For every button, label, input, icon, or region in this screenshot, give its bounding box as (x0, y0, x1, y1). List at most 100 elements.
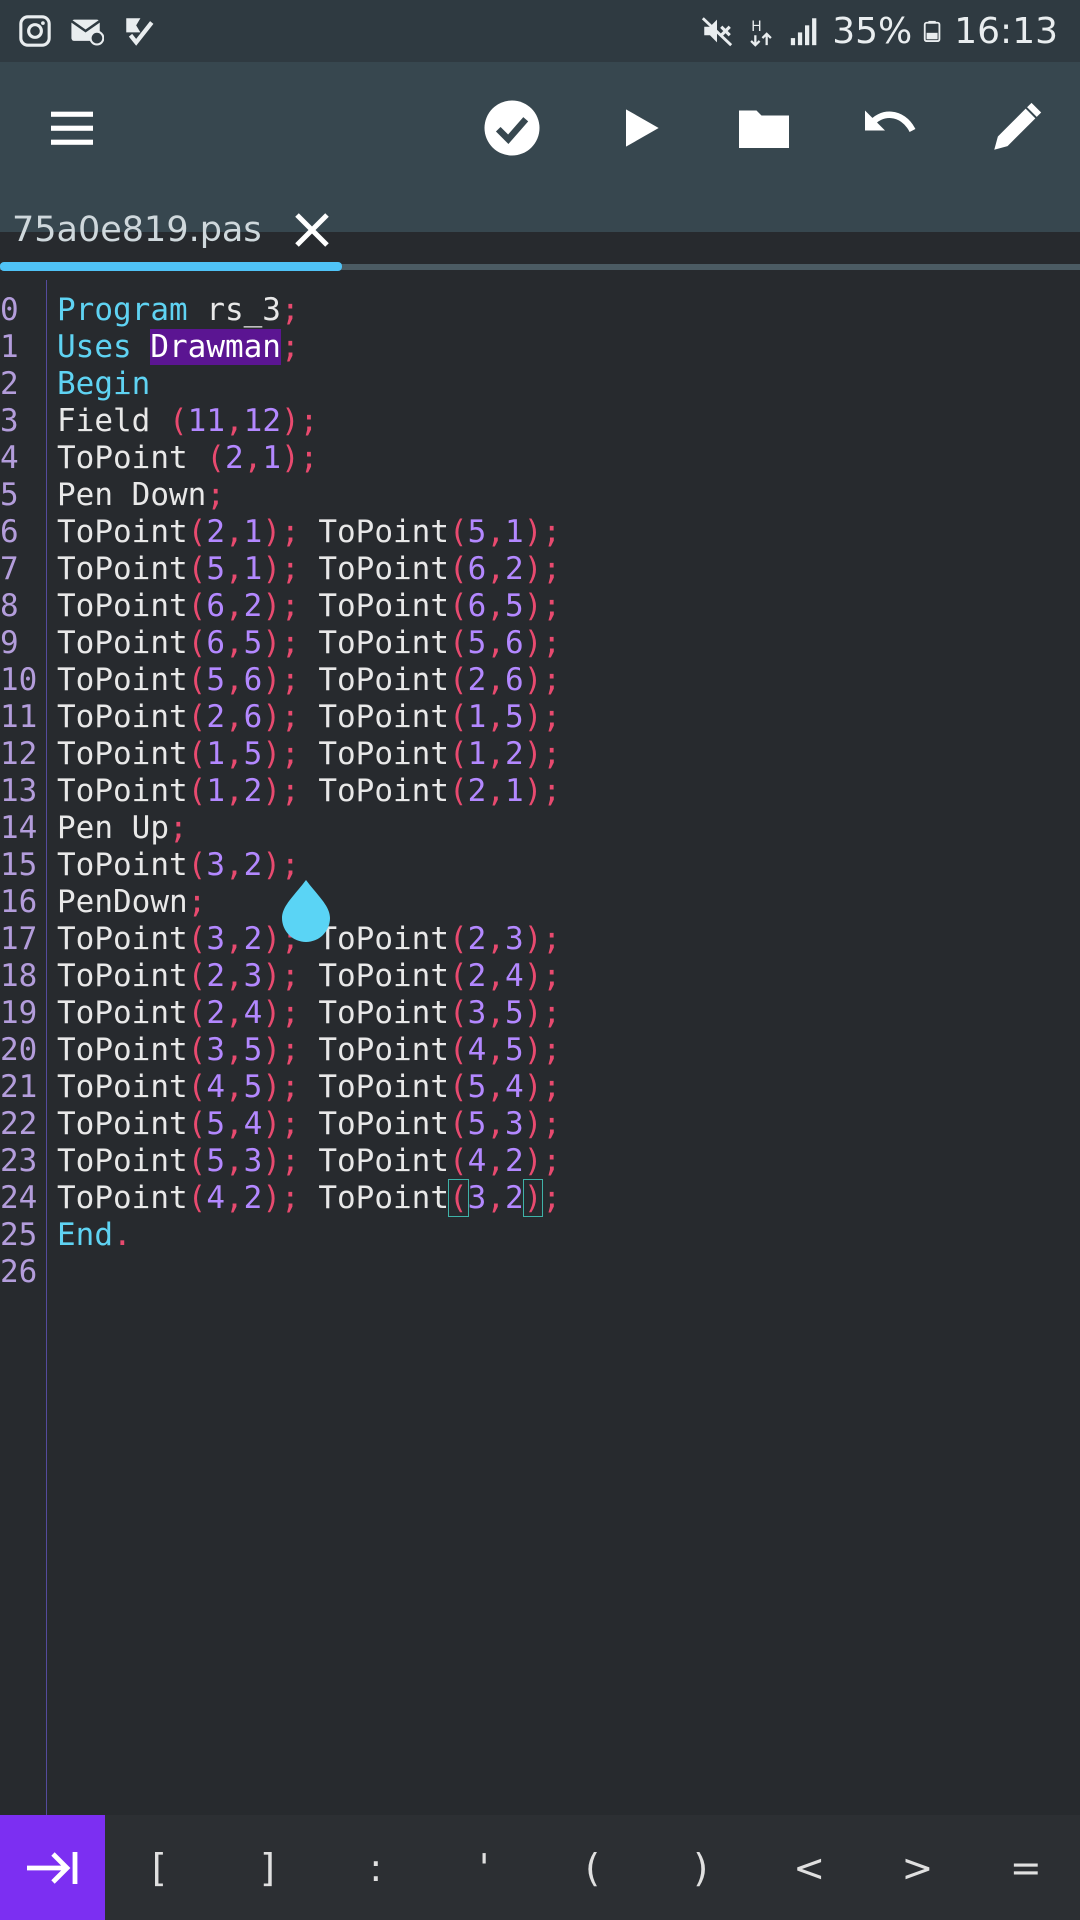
symbol-key[interactable]: : (322, 1815, 430, 1920)
line-number: 5 (0, 477, 19, 513)
network-icon: H (750, 19, 772, 47)
line-number: 13 (0, 773, 38, 809)
line-number: 2 (0, 366, 19, 402)
code-line[interactable]: 18 ToPoint(2,3); ToPoint(2,4); (0, 958, 1080, 995)
symbol-key-bar: []: '() < > = (0, 1815, 1080, 1920)
text-cursor-handle[interactable] (278, 878, 334, 944)
code-line[interactable]: 20 ToPoint(3,5); ToPoint(4,5); (0, 1032, 1080, 1069)
symbol-key[interactable]: ] (213, 1815, 321, 1920)
code-line[interactable]: 9 ToPoint(6,5); ToPoint(5,6); (0, 625, 1080, 662)
code-line[interactable]: 17 ToPoint(3,2); ToPoint(2,3); (0, 921, 1080, 958)
battery-percent: 35% (832, 10, 913, 52)
code-line[interactable]: 5 Pen Down; (0, 477, 1080, 514)
line-code: Begin (57, 366, 151, 402)
line-number: 1 (0, 329, 19, 365)
line-code: ToPoint(6,5); ToPoint(5,6); (57, 625, 562, 661)
line-code: Uses Drawman; (57, 329, 300, 365)
line-number: 26 (0, 1254, 38, 1290)
code-line[interactable]: 10 ToPoint(5,6); ToPoint(2,6); (0, 662, 1080, 699)
code-line[interactable]: 2 Begin (0, 366, 1080, 403)
undo-icon (865, 110, 916, 133)
line-number: 8 (0, 588, 19, 624)
line-number: 24 (0, 1180, 38, 1216)
line-code: ToPoint(5,6); ToPoint(2,6); (57, 662, 562, 698)
check-circle-icon (484, 100, 540, 156)
code-line[interactable]: 23 ToPoint(5,3); ToPoint(4,2); (0, 1143, 1080, 1180)
check-badge-icon (126, 18, 154, 46)
symbol-key[interactable]: > (863, 1815, 971, 1920)
tab-key-icon (26, 1851, 77, 1884)
line-code: Pen Up; (57, 810, 188, 846)
line-code: ToPoint(3,5); ToPoint(4,5); (57, 1032, 562, 1068)
code-line[interactable]: 8 ToPoint(6,2); ToPoint(6,5); (0, 588, 1080, 625)
edit-button[interactable] (976, 88, 1056, 168)
line-number: 25 (0, 1217, 38, 1253)
line-code: ToPoint (2,1); (57, 440, 319, 476)
code-line[interactable]: 14 Pen Up; (0, 810, 1080, 847)
code-line[interactable]: 19 ToPoint(2,4); ToPoint(3,5); (0, 995, 1080, 1032)
tab-key[interactable] (0, 1815, 105, 1920)
line-code: ToPoint(2,6); ToPoint(1,5); (57, 699, 562, 735)
mail-icon (70, 19, 104, 46)
undo-button[interactable] (850, 88, 930, 168)
symbol-key[interactable]: ) (647, 1815, 755, 1920)
line-code: ToPoint(2,3); ToPoint(2,4); (57, 958, 562, 994)
line-code: ToPoint(5,1); ToPoint(6,2); (57, 551, 562, 587)
line-number: 9 (0, 625, 19, 661)
code-line[interactable]: 1 Uses Drawman; (0, 329, 1080, 366)
line-number: 14 (0, 810, 38, 846)
line-number: 6 (0, 514, 19, 550)
line-number: 3 (0, 403, 19, 439)
symbol-key[interactable]: [ (105, 1815, 213, 1920)
code-line[interactable]: 26 (0, 1254, 1080, 1291)
line-code: ToPoint(4,2); ToPoint(3,2); (57, 1179, 562, 1217)
signal-icon (791, 18, 817, 46)
line-code: ToPoint(3,2); (57, 847, 300, 883)
tab-file[interactable]: 75a0e819.pas (0, 190, 340, 270)
line-number: 21 (0, 1069, 38, 1105)
line-code: ToPoint(2,4); ToPoint(3,5); (57, 995, 562, 1031)
symbol-key[interactable]: ( (538, 1815, 646, 1920)
symbol-key[interactable]: ' (430, 1815, 538, 1920)
code-line[interactable]: 13 ToPoint(1,2); ToPoint(2,1); (0, 773, 1080, 810)
menu-icon (51, 111, 93, 145)
symbol-key[interactable]: < (755, 1815, 863, 1920)
line-code: ToPoint(6,2); ToPoint(6,5); (57, 588, 562, 624)
line-number: 10 (0, 662, 38, 698)
symbol-key[interactable]: = (972, 1815, 1080, 1920)
line-number: 16 (0, 884, 38, 920)
code-line[interactable]: 16 PenDown; (0, 884, 1080, 921)
line-number: 15 (0, 847, 38, 883)
code-line[interactable]: 12 ToPoint(1,5); ToPoint(1,2); (0, 736, 1080, 773)
line-number: 11 (0, 699, 38, 735)
code-line[interactable]: 0 Program rs_3; (0, 292, 1080, 329)
open-folder-button[interactable] (724, 88, 804, 168)
run-button[interactable] (600, 88, 680, 168)
folder-icon (739, 110, 789, 148)
line-number: 20 (0, 1032, 38, 1068)
code-line[interactable]: 6 ToPoint(2,1); ToPoint(5,1); (0, 514, 1080, 551)
compile-button[interactable] (472, 88, 552, 168)
code-line[interactable]: 11 ToPoint(2,6); ToPoint(1,5); (0, 699, 1080, 736)
code-line[interactable]: 21 ToPoint(4,5); ToPoint(5,4); (0, 1069, 1080, 1106)
code-line[interactable]: 24 ToPoint(4,2); ToPoint(3,2); (0, 1179, 1080, 1217)
line-number: 22 (0, 1106, 38, 1142)
line-code: ToPoint(5,3); ToPoint(4,2); (57, 1143, 562, 1179)
tab-close-button[interactable] (290, 208, 334, 252)
line-code: ToPoint(5,4); ToPoint(5,3); (57, 1106, 562, 1142)
code-line[interactable]: 15 ToPoint(3,2); (0, 847, 1080, 884)
battery-icon (924, 20, 941, 42)
line-number: 12 (0, 736, 38, 772)
code-line[interactable]: 4 ToPoint (2,1); (0, 440, 1080, 477)
code-line[interactable]: 25 End. (0, 1217, 1080, 1254)
status-bar-left (0, 14, 156, 48)
edit-icon (994, 102, 1042, 150)
instagram-icon (19, 15, 51, 47)
close-icon (294, 213, 329, 247)
code-line[interactable]: 22 ToPoint(5,4); ToPoint(5,3); (0, 1106, 1080, 1143)
line-code: PenDown; (57, 884, 207, 920)
code-line[interactable]: 3 Field (11,12); (0, 403, 1080, 440)
code-line[interactable]: 7 ToPoint(5,1); ToPoint(6,2); (0, 551, 1080, 588)
menu-button[interactable] (32, 88, 112, 168)
code-editor[interactable]: 0 Program rs_3; 1 Uses Drawman; 2 Begin 3 Field… (0, 280, 1080, 1815)
